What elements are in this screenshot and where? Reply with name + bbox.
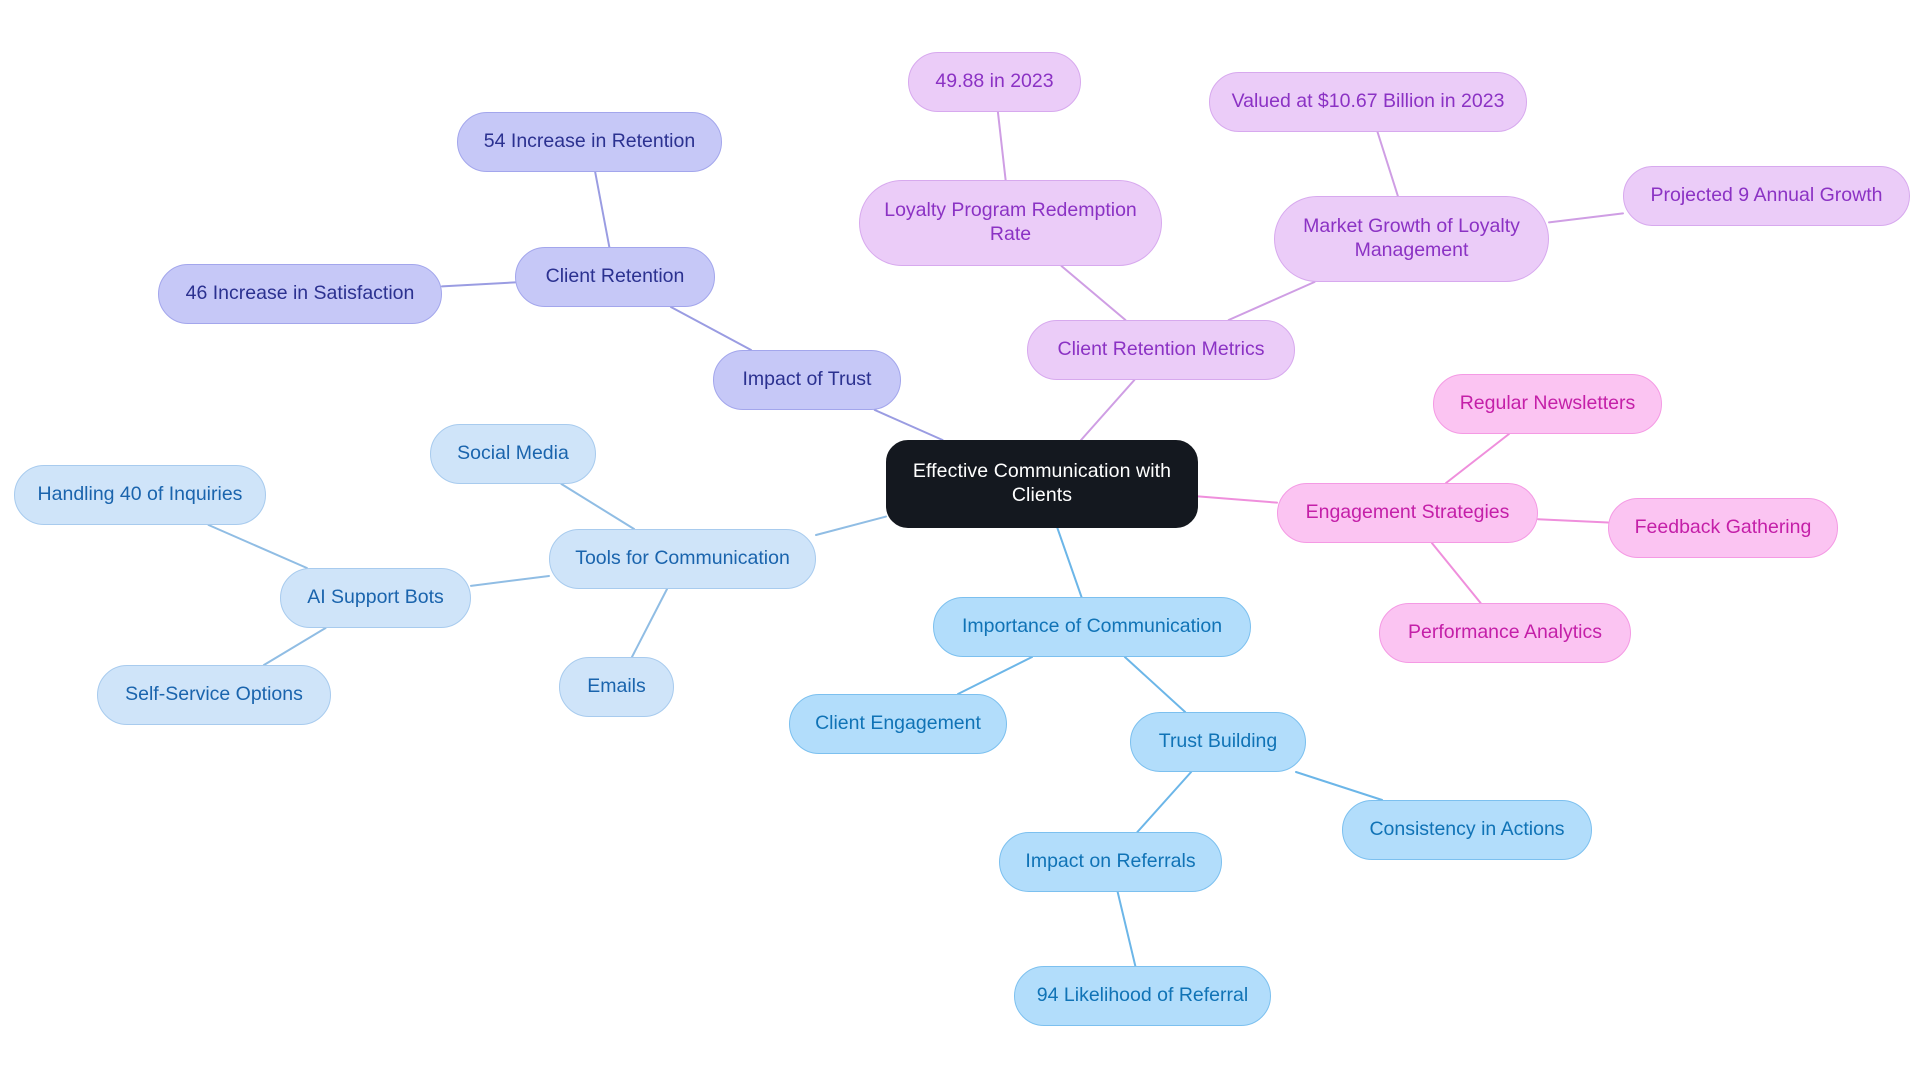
node-label: Handling 40 of Inquiries	[37, 483, 243, 506]
mindmap-node-market_growth[interactable]: Market Growth of Loyalty Management	[1274, 196, 1549, 282]
mindmap-node-engagement[interactable]: Engagement Strategies	[1277, 483, 1538, 543]
node-label: Impact of Trust	[742, 368, 872, 391]
mindmap-node-likelihood[interactable]: 94 Likelihood of Referral	[1014, 966, 1271, 1026]
edge-ret_metrics-to-loyalty_rate	[1060, 265, 1127, 321]
edge-importance-to-trust_build	[1123, 656, 1187, 713]
mindmap-node-analytics[interactable]: Performance Analytics	[1379, 603, 1631, 663]
edge-tools-to-ai_bots	[470, 574, 550, 587]
edge-tools-to-social	[560, 483, 636, 530]
mindmap-node-impact_trust[interactable]: Impact of Trust	[713, 350, 901, 410]
edge-trust_build-to-referrals	[1136, 771, 1193, 833]
mindmap-node-ret_metrics[interactable]: Client Retention Metrics	[1027, 320, 1295, 380]
node-label: 54 Increase in Retention	[483, 130, 696, 153]
edge-root-to-impact_trust	[873, 409, 944, 441]
mindmap-node-trust_build[interactable]: Trust Building	[1130, 712, 1306, 772]
edge-ai_bots-to-selfservice	[262, 627, 327, 666]
edge-client_ret-to-inc_ret	[594, 171, 611, 248]
node-label: Client Engagement	[815, 712, 981, 735]
edge-trust_build-to-consistency	[1295, 771, 1384, 801]
node-label: Social Media	[457, 442, 569, 465]
mindmap-node-proj_growth[interactable]: Projected 9 Annual Growth	[1623, 166, 1910, 226]
edge-tools-to-emails	[630, 588, 669, 658]
edge-root-to-tools	[815, 515, 887, 536]
mindmap-node-client_ret[interactable]: Client Retention	[515, 247, 715, 307]
mindmap-node-client_eng[interactable]: Client Engagement	[789, 694, 1007, 754]
edge-importance-to-client_eng	[957, 656, 1033, 695]
node-label: Market Growth of Loyalty Management	[1303, 215, 1520, 261]
node-label: Trust Building	[1158, 730, 1278, 753]
edge-ai_bots-to-handling40	[207, 524, 308, 569]
node-label: 94 Likelihood of Referral	[1036, 984, 1249, 1007]
mindmap-node-consistency[interactable]: Consistency in Actions	[1342, 800, 1592, 860]
mindmap-node-rate_2023[interactable]: 49.88 in 2023	[908, 52, 1081, 112]
mindmap-node-importance[interactable]: Importance of Communication	[933, 597, 1251, 657]
edge-market_growth-to-valued_2023	[1376, 131, 1399, 197]
mindmap-node-inc_sat[interactable]: 46 Increase in Satisfaction	[158, 264, 442, 324]
mindmap-node-handling40[interactable]: Handling 40 of Inquiries	[14, 465, 266, 525]
edge-root-to-engagement	[1197, 495, 1278, 504]
edge-root-to-importance	[1056, 527, 1083, 598]
node-label: Valued at $10.67 Billion in 2023	[1231, 90, 1505, 113]
mindmap-node-newsletters[interactable]: Regular Newsletters	[1433, 374, 1662, 434]
edge-referrals-to-likelihood	[1116, 891, 1137, 967]
mindmap-node-loyalty_rate[interactable]: Loyalty Program Redemption Rate	[859, 180, 1162, 266]
node-label: Effective Communication with Clients	[912, 460, 1172, 506]
edge-impact_trust-to-client_ret	[669, 306, 753, 351]
node-label: 46 Increase in Satisfaction	[185, 282, 415, 305]
edge-ret_metrics-to-market_growth	[1227, 281, 1316, 321]
mindmap-node-valued_2023[interactable]: Valued at $10.67 Billion in 2023	[1209, 72, 1527, 132]
node-label: Consistency in Actions	[1369, 818, 1565, 841]
node-label: Engagement Strategies	[1305, 501, 1510, 524]
edge-engagement-to-newsletters	[1445, 433, 1510, 484]
node-label: Projected 9 Annual Growth	[1650, 184, 1883, 207]
node-label: Client Retention	[545, 265, 685, 288]
node-label: AI Support Bots	[307, 586, 444, 609]
mindmap-node-ai_bots[interactable]: AI Support Bots	[280, 568, 471, 628]
root-node[interactable]: Effective Communication with Clients	[886, 440, 1198, 528]
node-label: Importance of Communication	[961, 615, 1223, 638]
edge-client_ret-to-inc_sat	[441, 281, 516, 288]
mindmap-canvas: Effective Communication with Clients Impa…	[0, 0, 1920, 1083]
node-label: Performance Analytics	[1407, 621, 1602, 644]
mindmap-node-tools[interactable]: Tools for Communication	[549, 529, 816, 589]
node-label: Loyalty Program Redemption Rate	[884, 199, 1137, 245]
edge-engagement-to-analytics	[1430, 542, 1482, 604]
mindmap-node-selfservice[interactable]: Self-Service Options	[97, 665, 331, 725]
mindmap-node-emails[interactable]: Emails	[559, 657, 674, 717]
mindmap-node-social[interactable]: Social Media	[430, 424, 596, 484]
edge-loyalty_rate-to-rate_2023	[996, 111, 1007, 181]
mindmap-node-referrals[interactable]: Impact on Referrals	[999, 832, 1222, 892]
node-label: Impact on Referrals	[1025, 850, 1196, 873]
edge-root-to-ret_metrics	[1080, 379, 1136, 441]
edge-engagement-to-feedback	[1537, 518, 1609, 524]
node-label: Client Retention Metrics	[1057, 338, 1265, 361]
node-label: Self-Service Options	[125, 683, 303, 706]
edge-market_growth-to-proj_growth	[1548, 212, 1624, 224]
node-label: Tools for Communication	[575, 547, 790, 570]
node-label: Regular Newsletters	[1459, 392, 1636, 415]
mindmap-node-feedback[interactable]: Feedback Gathering	[1608, 498, 1838, 558]
node-label: Feedback Gathering	[1634, 516, 1812, 539]
mindmap-node-inc_ret[interactable]: 54 Increase in Retention	[457, 112, 722, 172]
node-label: 49.88 in 2023	[935, 70, 1054, 93]
node-label: Emails	[587, 675, 646, 698]
